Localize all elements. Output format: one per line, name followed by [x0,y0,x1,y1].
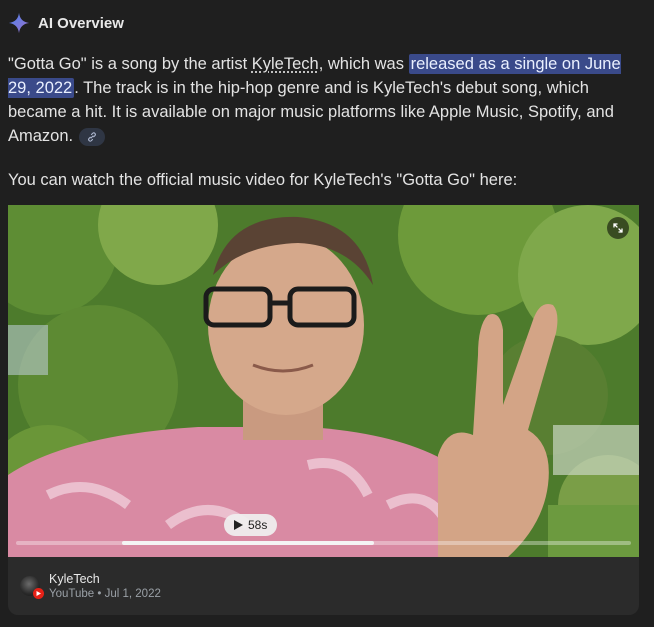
video-progress-bar[interactable] [16,541,631,545]
overview-paragraph: "Gotta Go" is a song by the artist KyleT… [8,52,638,148]
source-link-chip[interactable] [79,127,106,146]
source-text: KyleTech YouTube • Jul 1, 2022 [49,572,161,600]
video-progress-fill [122,541,374,545]
video-card[interactable]: 58s KyleTech YouTube • Jul 1, 2022 [8,205,639,615]
expand-icon [613,223,623,233]
video-source-row[interactable]: KyleTech YouTube • Jul 1, 2022 [8,557,639,615]
para-lead-text: "Gotta Go" is a song by the artist [8,55,252,73]
play-icon [234,520,243,530]
para-mid-text: , which was [318,55,409,73]
video-thumbnail[interactable]: 58s [8,205,639,557]
video-duration-pill[interactable]: 58s [224,514,278,536]
channel-avatar [20,576,44,599]
channel-name: KyleTech [49,572,100,586]
youtube-icon [33,588,44,599]
source-meta: YouTube • Jul 1, 2022 [49,588,161,600]
ai-overview-header: AI Overview [8,12,124,34]
video-duration: 58s [248,518,268,532]
ai-overview-title: AI Overview [38,14,124,32]
link-icon [88,132,97,142]
expand-video-button[interactable] [607,217,629,239]
video-thumbnail-image [8,205,639,557]
video-intro-text: You can watch the official music video f… [8,171,518,189]
artist-link[interactable]: KyleTech [252,55,319,73]
sparkle-icon [8,12,30,34]
ai-overview-panel: AI Overview "Gotta Go" is a song by the … [0,0,654,627]
